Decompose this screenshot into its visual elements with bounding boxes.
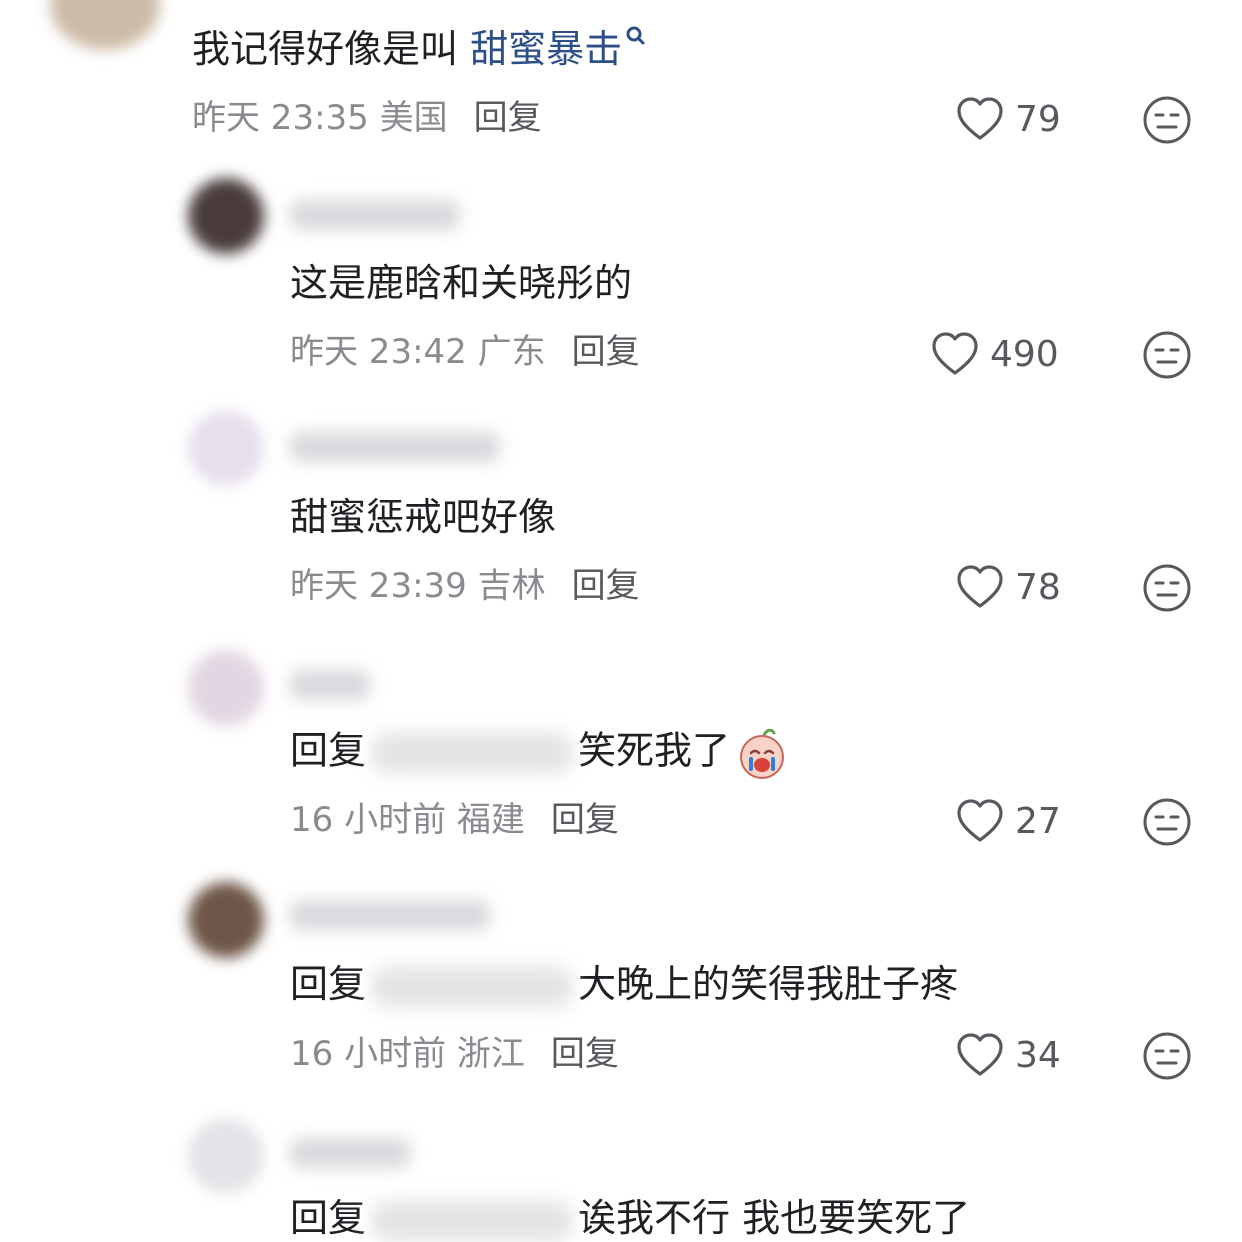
search-icon[interactable] xyxy=(625,25,645,51)
like-count: 27 xyxy=(1015,800,1061,842)
reply-button[interactable]: 回复 xyxy=(572,566,640,606)
like-button[interactable]: 34 xyxy=(955,1031,1061,1079)
dislike-face-icon[interactable] xyxy=(1142,95,1192,145)
reply-prefix: 回复 xyxy=(290,962,367,1006)
avatar[interactable] xyxy=(188,882,264,958)
mention-blurred[interactable] xyxy=(372,966,573,1007)
comment-meta: 16 小时前 福建 回复 xyxy=(290,798,619,842)
like-button[interactable]: 27 xyxy=(955,797,1061,845)
comment-time-location: 昨天 23:39 吉林 xyxy=(290,566,546,606)
comment-meta: 昨天 23:42 广东 回复 xyxy=(290,330,640,374)
username-blurred[interactable] xyxy=(290,670,370,700)
comment-text: 回复 笑死我了 xyxy=(290,725,790,781)
avatar[interactable] xyxy=(188,178,264,254)
like-button[interactable]: 78 xyxy=(955,563,1061,611)
reply-prefix: 回复 xyxy=(290,728,367,773)
avatar[interactable] xyxy=(188,1118,264,1194)
heart-icon xyxy=(932,332,978,375)
reply-button[interactable]: 回复 xyxy=(551,800,619,840)
username-blurred[interactable] xyxy=(290,1138,410,1168)
like-button[interactable]: 490 xyxy=(930,330,1059,378)
avatar[interactable] xyxy=(188,650,264,726)
comment-text-main: 我记得好像是叫 xyxy=(192,27,471,71)
dislike-face-icon[interactable] xyxy=(1142,1031,1192,1081)
avatar[interactable] xyxy=(188,410,264,486)
comment-time-location: 16 小时前 福建 xyxy=(290,800,525,840)
like-count: 490 xyxy=(990,333,1059,375)
comment-meta: 16 小时前 浙江 回复 xyxy=(290,1032,619,1076)
search-link[interactable]: 甜蜜暴击 xyxy=(470,27,622,71)
comment-meta: 昨天 23:35 美国 回复 xyxy=(192,96,542,140)
comment-text: 甜蜜惩戒吧好像 xyxy=(290,495,557,539)
comment-text: 回复 大晚上的笑得我肚子疼 xyxy=(290,960,958,1008)
heart-icon xyxy=(957,97,1003,140)
like-count: 34 xyxy=(1015,1034,1061,1076)
username-blurred[interactable] xyxy=(290,900,490,930)
dislike-face-icon[interactable] xyxy=(1142,330,1192,380)
username-blurred[interactable] xyxy=(290,432,500,462)
mention-blurred[interactable] xyxy=(372,733,573,773)
comment-meta: 昨天 23:39 吉林 回复 xyxy=(290,564,640,608)
reply-button[interactable]: 回复 xyxy=(474,98,542,138)
comment-text: 这是鹿晗和关晓彤的 xyxy=(290,261,633,305)
mention-blurred[interactable] xyxy=(372,1200,573,1241)
like-button[interactable]: 79 xyxy=(955,95,1061,143)
reply-prefix: 回复 xyxy=(290,1196,367,1240)
heart-icon xyxy=(957,799,1003,842)
reply-button[interactable]: 回复 xyxy=(551,1034,619,1074)
comment-time-location: 昨天 23:35 美国 xyxy=(192,98,448,138)
comment-text-main: 大晚上的笑得我肚子疼 xyxy=(578,962,959,1006)
comment-text-main: 笑死我了 xyxy=(578,728,731,773)
heart-icon xyxy=(957,1033,1003,1076)
comment-text: 我记得好像是叫 甜蜜暴击 xyxy=(192,25,645,73)
dislike-face-icon[interactable] xyxy=(1142,797,1192,847)
comment-time-location: 16 小时前 浙江 xyxy=(290,1034,525,1074)
comment-text-main: 诶我不行 我也要笑死了 xyxy=(578,1196,971,1240)
like-count: 79 xyxy=(1015,98,1061,140)
crying-laughing-emoji-icon xyxy=(740,728,785,779)
heart-icon xyxy=(957,565,1003,608)
like-count: 78 xyxy=(1015,566,1061,608)
comment-text: 回复 诶我不行 我也要笑死了 xyxy=(290,1194,970,1242)
dislike-face-icon[interactable] xyxy=(1142,563,1192,613)
username-blurred[interactable] xyxy=(290,200,460,230)
comment-time-location: 昨天 23:42 广东 xyxy=(290,332,546,372)
reply-button[interactable]: 回复 xyxy=(572,332,640,372)
avatar[interactable] xyxy=(50,0,160,50)
